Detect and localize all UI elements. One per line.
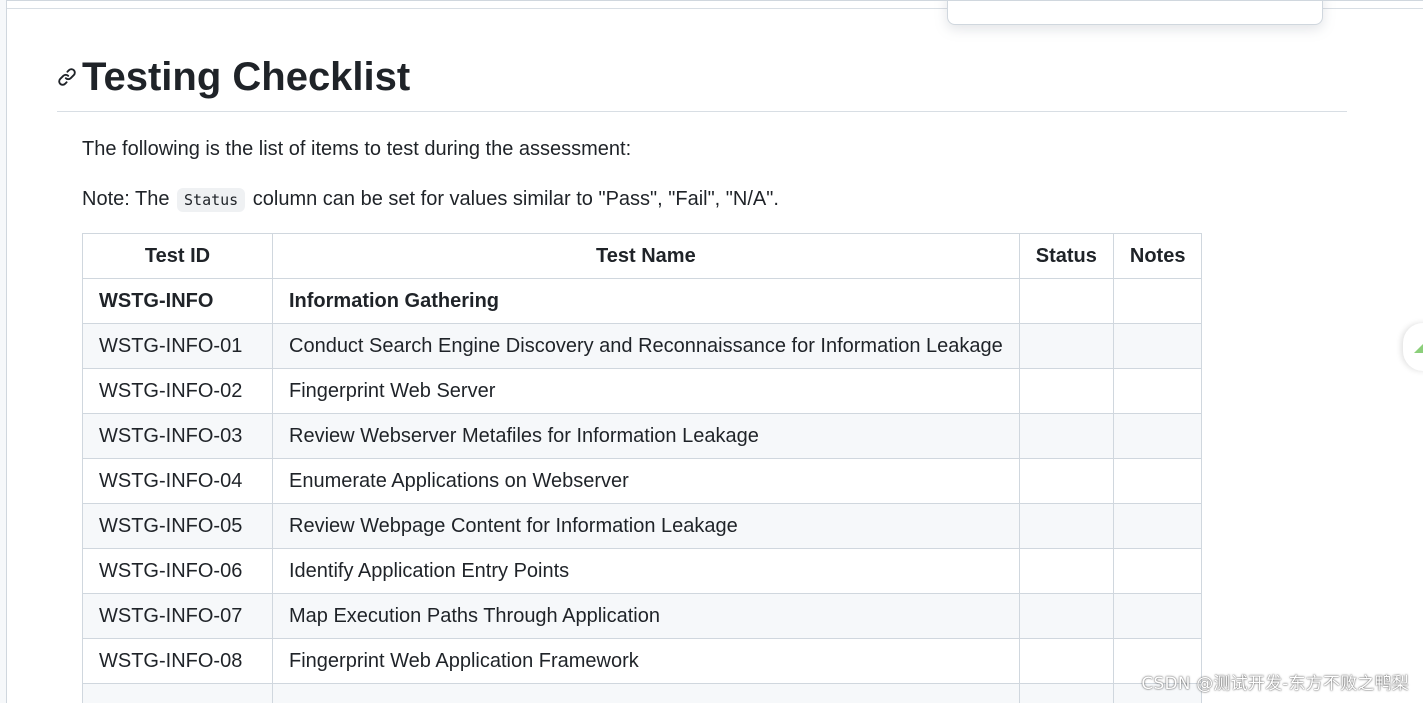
header-status: Status	[1019, 234, 1113, 279]
cell-status	[1019, 594, 1113, 639]
cell-test-name: Review Webpage Content for Information L…	[273, 504, 1020, 549]
cell-test-name: Identify Application Entry Points	[273, 549, 1020, 594]
cell-notes	[1113, 369, 1202, 414]
cell-status	[1019, 459, 1113, 504]
cell-notes	[1113, 504, 1202, 549]
cell-notes	[1113, 594, 1202, 639]
cell-status	[1019, 639, 1113, 684]
cell-test-name: Review Webserver Metafiles for Informati…	[273, 414, 1020, 459]
header-test-name: Test Name	[273, 234, 1020, 279]
triangle-icon	[1414, 343, 1423, 353]
header-test-id: Test ID	[83, 234, 273, 279]
cell-test-name	[273, 684, 1020, 703]
side-toggle-button[interactable]	[1403, 323, 1423, 371]
cell-notes	[1113, 549, 1202, 594]
cell-status	[1019, 414, 1113, 459]
cell-test-id: WSTG-INFO-02	[83, 369, 273, 414]
link-icon[interactable]	[57, 67, 77, 87]
cell-status	[1019, 324, 1113, 369]
cell-status	[1019, 684, 1113, 703]
table-row-section: WSTG-INFO Information Gathering	[83, 279, 1202, 324]
table-row: WSTG-INFO-07 Map Execution Paths Through…	[83, 594, 1202, 639]
cell-test-id: WSTG-INFO-06	[83, 549, 273, 594]
cell-status	[1019, 549, 1113, 594]
cell-test-id: WSTG-INFO-07	[83, 594, 273, 639]
cell-test-id	[83, 684, 273, 703]
cell-test-id: WSTG-INFO-03	[83, 414, 273, 459]
cell-notes	[1113, 414, 1202, 459]
cell-status	[1019, 504, 1113, 549]
cell-status	[1019, 279, 1113, 324]
cell-notes	[1113, 459, 1202, 504]
document-page: Testing Checklist The following is the l…	[6, 0, 1423, 703]
cell-test-name: Enumerate Applications on Webserver	[273, 459, 1020, 504]
cell-test-name: Map Execution Paths Through Application	[273, 594, 1020, 639]
cell-test-id: WSTG-INFO-04	[83, 459, 273, 504]
table-row: WSTG-INFO-02 Fingerprint Web Server	[83, 369, 1202, 414]
table-row: WSTG-INFO-06 Identify Application Entry …	[83, 549, 1202, 594]
cell-test-name: Information Gathering	[273, 279, 1020, 324]
cell-test-name: Fingerprint Web Server	[273, 369, 1020, 414]
note-text: Note: The Status column can be set for v…	[82, 185, 779, 214]
table-row: WSTG-INFO-05 Review Webpage Content for …	[83, 504, 1202, 549]
cell-test-id: WSTG-INFO-01	[83, 324, 273, 369]
table-row: WSTG-INFO-04 Enumerate Applications on W…	[83, 459, 1202, 504]
note-suffix: column can be set for values similar to …	[253, 188, 779, 210]
floating-panel	[947, 0, 1323, 25]
cell-test-id: WSTG-INFO	[83, 279, 273, 324]
cell-notes	[1113, 279, 1202, 324]
watermark: CSDN @测试开发-东方不败之鸭梨	[1141, 669, 1409, 694]
testing-checklist-table: Test ID Test Name Status Notes WSTG-INFO…	[82, 233, 1202, 703]
note-prefix: Note: The	[82, 188, 169, 210]
cell-test-id: WSTG-INFO-08	[83, 639, 273, 684]
intro-text: The following is the list of items to te…	[82, 135, 631, 163]
cell-status	[1019, 369, 1113, 414]
status-code: Status	[177, 188, 245, 212]
cell-notes	[1113, 324, 1202, 369]
page-title: Testing Checklist	[82, 53, 410, 101]
table-header-row: Test ID Test Name Status Notes	[83, 234, 1202, 279]
cell-test-name: Fingerprint Web Application Framework	[273, 639, 1020, 684]
table-row: WSTG-INFO-01 Conduct Search Engine Disco…	[83, 324, 1202, 369]
heading-section: Testing Checklist	[57, 53, 1347, 112]
cell-test-name: Conduct Search Engine Discovery and Reco…	[273, 324, 1020, 369]
table-row-partial	[83, 684, 1202, 703]
cell-test-id: WSTG-INFO-05	[83, 504, 273, 549]
header-notes: Notes	[1113, 234, 1202, 279]
table-row: WSTG-INFO-08 Fingerprint Web Application…	[83, 639, 1202, 684]
table-row: WSTG-INFO-03 Review Webserver Metafiles …	[83, 414, 1202, 459]
